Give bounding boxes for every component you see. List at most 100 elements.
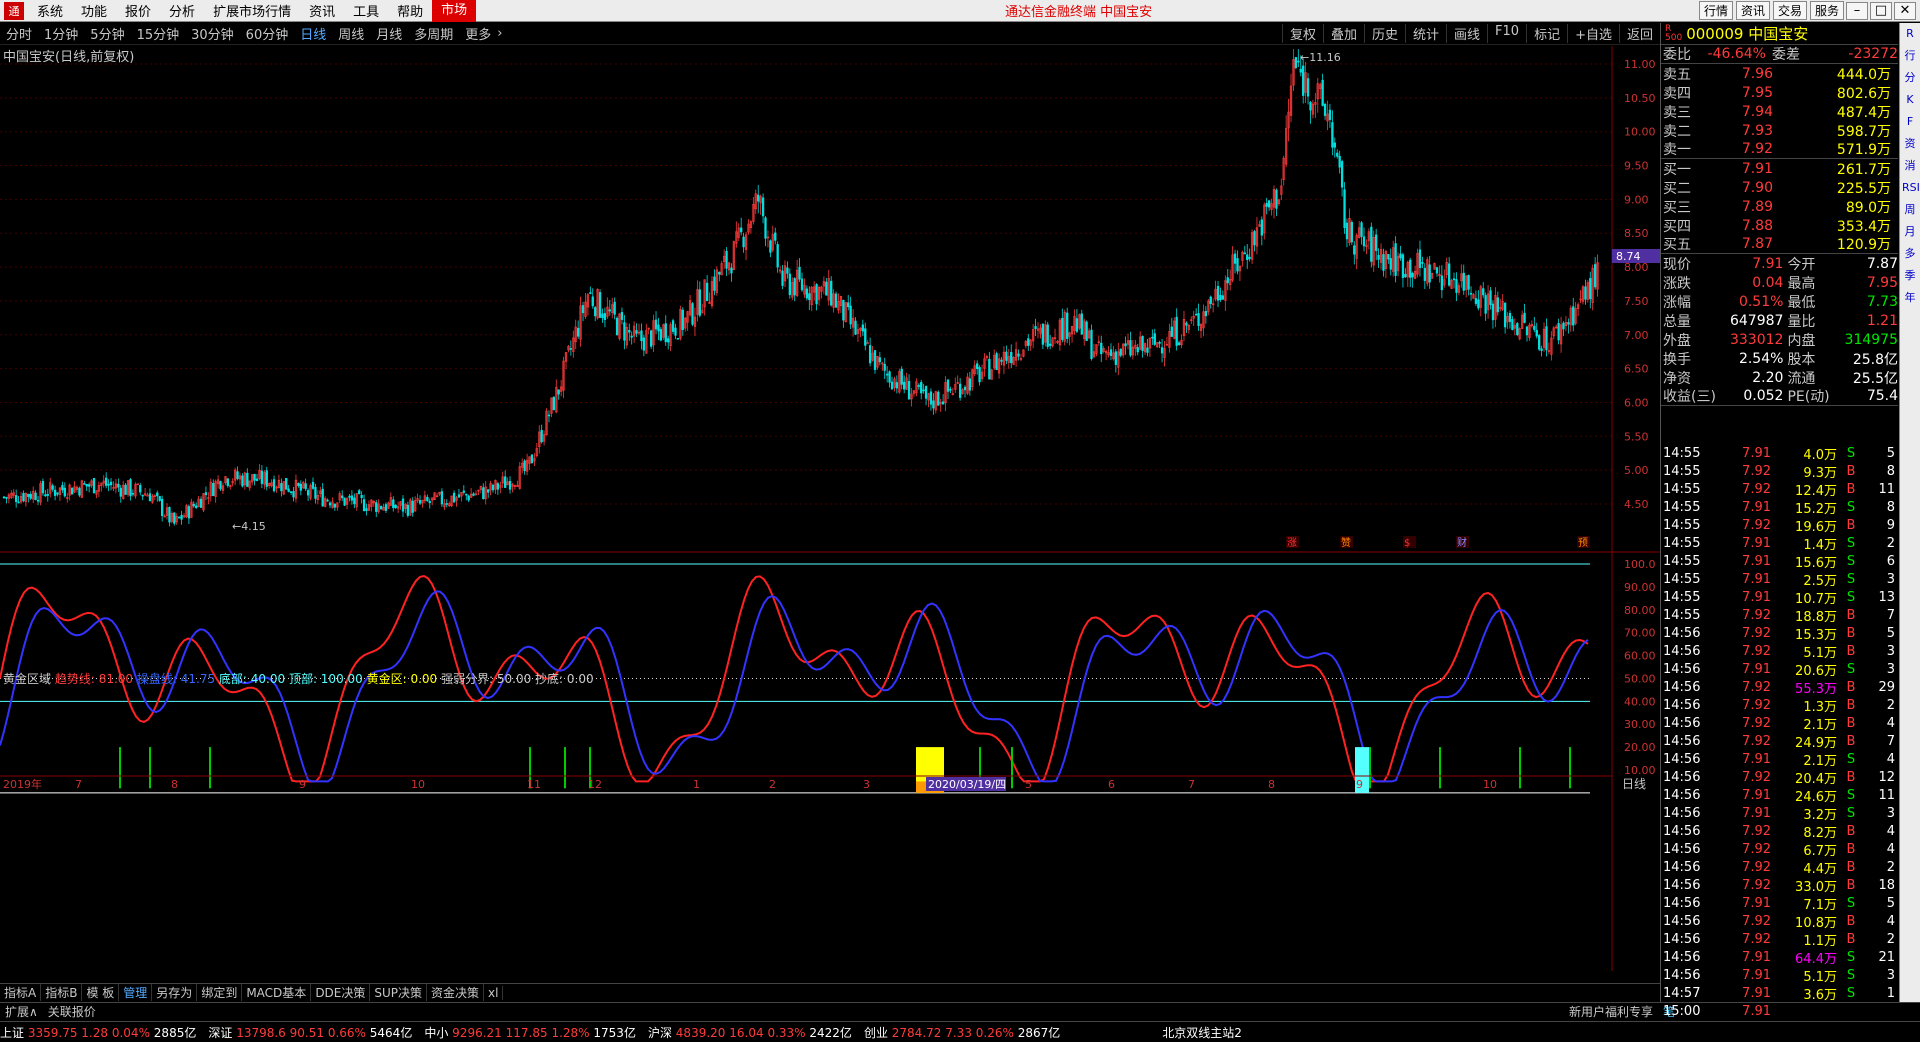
sell-level-3[interactable]: 卖三 7.94 487.4万 (1661, 102, 1898, 121)
tab-save-as[interactable]: 另存为 (152, 984, 198, 1001)
buy-level-5[interactable]: 买五 7.87 120.9万 (1661, 235, 1898, 254)
buy-level-2[interactable]: 买二 7.90 225.5万 (1661, 178, 1898, 197)
sell-level-1[interactable]: 卖一 7.92 571.9万 (1661, 140, 1898, 159)
tab-template[interactable]: 模 板 (82, 984, 120, 1001)
period-daily[interactable]: 日线 (294, 24, 332, 43)
info-row-1: 涨跌 0.04 最高 7.95 (1663, 274, 1898, 292)
event-marker: 赞 (1341, 536, 1351, 549)
menu-system[interactable]: 系统 (28, 1, 72, 20)
menu-analysis[interactable]: 分析 (160, 1, 204, 20)
tick-row: 14:55 7.92 18.8万 B 7 (1663, 607, 1895, 625)
tab-zhibiao-b[interactable]: 指标B (41, 984, 83, 1001)
sidebar-icon-7[interactable]: RSI (1902, 180, 1920, 196)
tick-list[interactable]: 14:55 7.91 4.0万 S 5 14:55 7.92 9.3万 B 8 14:55 7.92 1… (1661, 444, 1899, 1020)
tab-dde[interactable]: DDE决策 (311, 984, 371, 1001)
tb-f10[interactable]: F10 (1487, 24, 1526, 43)
minimize-icon[interactable]: – (1846, 1, 1868, 20)
candle-body (1197, 313, 1200, 326)
sidebar-icon-9[interactable]: 月 (1902, 224, 1918, 240)
btn-jiaoyi[interactable]: 交易 (1772, 1, 1807, 20)
index-1[interactable]: 深证 13798.6 90.51 0.66% 5464亿 (208, 1024, 412, 1041)
candle-body (236, 471, 239, 479)
tab-sup[interactable]: SUP决策 (370, 984, 428, 1001)
sell-level-4[interactable]: 卖四 7.95 802.6万 (1661, 83, 1898, 102)
tab-xl[interactable]: xl (484, 985, 504, 1000)
tab-macd[interactable]: MACD基本 (242, 984, 312, 1001)
candle-body (440, 491, 444, 505)
index-2[interactable]: 中小 9296.21 117.85 1.28% 1753亿 (424, 1024, 636, 1041)
period-multi[interactable]: 多周期 (408, 24, 459, 43)
tb-biaoji[interactable]: 标记 (1526, 24, 1567, 43)
tab-zhibiao-a[interactable]: 指标A (0, 984, 42, 1001)
low-label: ←4.15 (232, 520, 266, 533)
new-user-promo[interactable]: 新用户福利专享 (1564, 1003, 1658, 1020)
menu-market[interactable]: 市场 (432, 0, 477, 22)
candle-body (311, 482, 315, 489)
sell-level-2[interactable]: 卖二 7.93 598.7万 (1661, 121, 1898, 140)
tb-diejia[interactable]: 叠加 (1322, 24, 1364, 43)
period-weekly[interactable]: 周线 (332, 24, 370, 43)
period-more[interactable]: 更多 (459, 24, 497, 43)
sidebar-icon-12[interactable]: 年 (1902, 290, 1918, 306)
sidebar-icon-11[interactable]: 季 (1902, 268, 1918, 284)
period-15min[interactable]: 15分钟 (131, 24, 186, 43)
sidebar-icon-2[interactable]: 分 (1902, 70, 1918, 86)
period-30min[interactable]: 30分钟 (185, 24, 240, 43)
sidebar-icon-0[interactable]: R (1902, 26, 1918, 42)
period-fenshi[interactable]: 分时 (0, 24, 38, 43)
candle-body (321, 488, 324, 507)
sidebar-icon-3[interactable]: K (1902, 92, 1918, 108)
tb-fuquan[interactable]: 复权 (1281, 24, 1323, 43)
candle-body (70, 487, 74, 495)
buy-level-3[interactable]: 买三 7.89 89.0万 (1661, 197, 1898, 216)
tb-zixuan[interactable]: +自选 (1567, 24, 1619, 43)
index-3[interactable]: 沪深 4839.20 16.04 0.33% 2422亿 (648, 1024, 852, 1041)
tick-row: 14:55 7.92 12.4万 B 11 (1663, 481, 1895, 499)
sidebar-icon-10[interactable]: 多 (1902, 246, 1918, 262)
tb-fanhui[interactable]: 返回 (1618, 24, 1660, 43)
period-60min[interactable]: 60分钟 (240, 24, 295, 43)
period-5min[interactable]: 5分钟 (84, 24, 130, 43)
chart-area[interactable]: 11.00 10.50 10.00 9.50 9.00 8.50 8.00 7.50 7.00 6… (0, 46, 1660, 971)
index-4[interactable]: 创业 2784.72 7.33 0.26% 2867亿 (864, 1024, 1060, 1041)
buy-level-1[interactable]: 买一 7.91 261.7万 (1661, 159, 1898, 178)
index-0[interactable]: 上证 3359.75 1.28 0.04% 2885亿 (0, 1024, 196, 1041)
server-status[interactable]: 北京双线主站2 (1162, 1024, 1242, 1041)
menu-help[interactable]: 帮助 (388, 1, 432, 20)
candle-body (740, 227, 743, 233)
kline-chart[interactable]: 11.00 10.50 10.00 9.50 9.00 8.50 8.00 7.50 7.00 6… (0, 46, 1660, 983)
tab-manage[interactable]: 管理 (119, 984, 153, 1001)
close-icon[interactable]: ✕ (1894, 1, 1916, 20)
related-quote[interactable]: 关联报价 (43, 1003, 101, 1020)
tab-zijin[interactable]: 资金决策 (427, 984, 485, 1001)
tb-lishi[interactable]: 历史 (1363, 24, 1405, 43)
sidebar-icon-8[interactable]: 周 (1902, 202, 1918, 218)
candle-body (924, 386, 928, 399)
menu-ext-market[interactable]: 扩展市场行情 (204, 1, 300, 20)
tb-huaxian[interactable]: 画线 (1446, 24, 1487, 43)
sidebar-icon-6[interactable]: 消 (1902, 158, 1918, 174)
buy-level-4[interactable]: 买四 7.88 353.4万 (1661, 216, 1898, 235)
btn-fuwu[interactable]: 服务 (1809, 1, 1844, 20)
candle-body (1309, 101, 1312, 111)
menu-news[interactable]: 资讯 (300, 1, 344, 20)
sidebar-icon-1[interactable]: 行 (1902, 48, 1918, 64)
btn-hangqing[interactable]: 行情 (1698, 1, 1733, 20)
ext-toggle[interactable]: 扩展∧ (0, 1003, 43, 1020)
candle-body (929, 391, 933, 405)
tab-bind-to[interactable]: 绑定到 (197, 984, 243, 1001)
sidebar-icon-4[interactable]: F (1902, 114, 1918, 130)
candle-body (1246, 254, 1249, 260)
sell-level-5[interactable]: 卖五 7.96 444.0万 (1661, 64, 1898, 83)
maximize-icon[interactable]: □ (1870, 1, 1892, 20)
candle-body (1233, 253, 1237, 264)
period-1min[interactable]: 1分钟 (38, 24, 84, 43)
period-monthly[interactable]: 月线 (370, 24, 408, 43)
candle-body (365, 508, 368, 511)
sidebar-icon-5[interactable]: 资 (1902, 136, 1918, 152)
menu-tools[interactable]: 工具 (344, 1, 388, 20)
menu-function[interactable]: 功能 (72, 1, 116, 20)
tb-tongji[interactable]: 统计 (1405, 24, 1446, 43)
btn-zixun[interactable]: 资讯 (1735, 1, 1770, 20)
menu-quote[interactable]: 报价 (116, 1, 160, 20)
